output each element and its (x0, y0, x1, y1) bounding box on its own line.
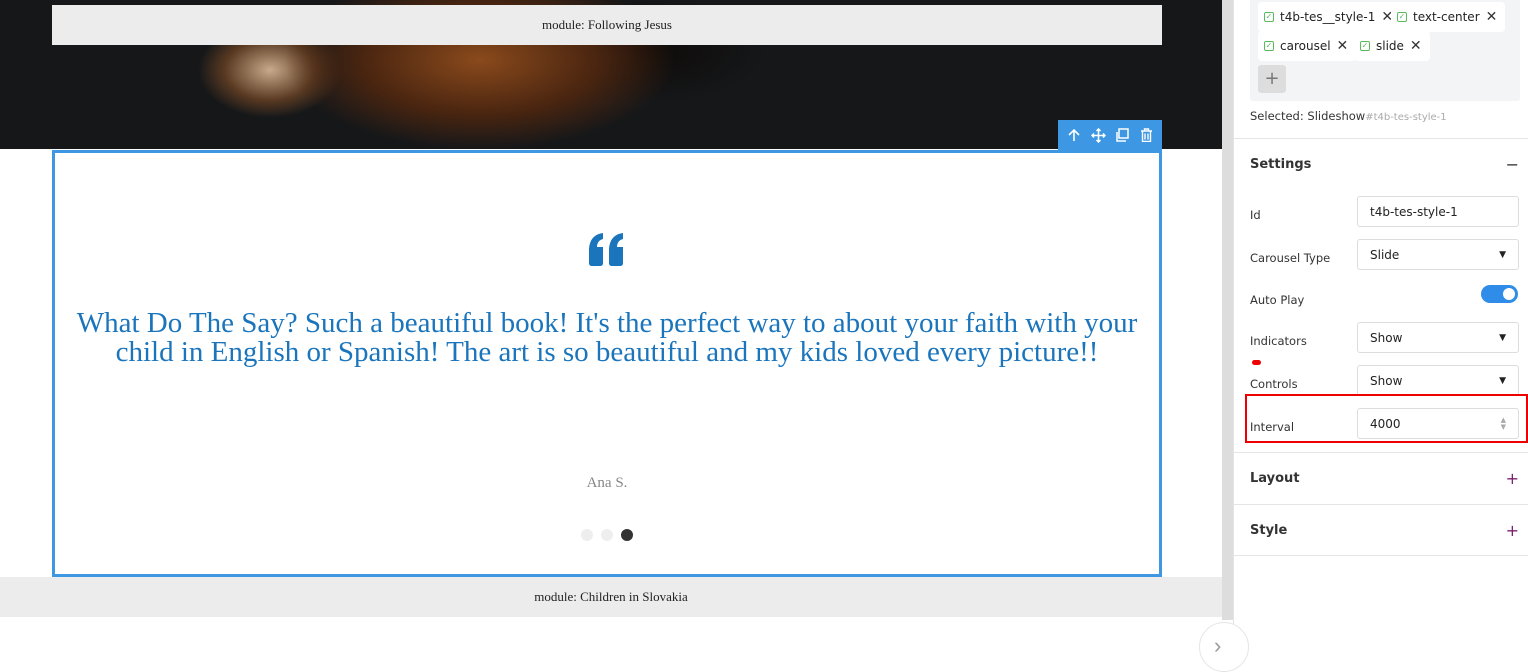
tag[interactable]: ✓ slide ✕ (1354, 31, 1430, 61)
controls-row: Controls Show ▼ (1250, 365, 1520, 396)
arrow-up-icon[interactable] (1065, 126, 1083, 144)
carousel-type-value: Slide (1370, 247, 1400, 262)
selected-id: #t4b-tes-style-1 (1365, 112, 1447, 123)
chevron-right-icon[interactable]: › (1199, 622, 1249, 672)
trash-icon[interactable] (1137, 126, 1155, 144)
autoplay-toggle[interactable] (1481, 285, 1518, 303)
tag-label: text-center (1413, 10, 1480, 24)
caret-down-icon: ▼ (1499, 249, 1506, 260)
expand-icon[interactable]: + (1506, 469, 1519, 488)
check-icon: ✓ (1264, 41, 1274, 51)
id-label: Id (1250, 207, 1261, 222)
caret-down-icon: ▼ (1499, 375, 1506, 386)
autoplay-label: Auto Play (1250, 292, 1305, 307)
check-icon: ✓ (1397, 12, 1407, 22)
editor-canvas: module: Following Jesus What Do The Say?… (0, 0, 1222, 653)
tag-label: slide (1376, 39, 1404, 53)
autoplay-row: Auto Play (1250, 281, 1520, 312)
style-header[interactable]: Style + (1234, 505, 1528, 555)
settings-header[interactable]: Settings − (1234, 139, 1528, 189)
layout-header[interactable]: Layout + (1234, 453, 1528, 503)
close-icon[interactable]: ✕ (1486, 9, 1498, 25)
check-icon: ✓ (1264, 12, 1274, 22)
indicators-value: Show (1370, 330, 1403, 345)
tag[interactable]: ✓ t4b-tes__style-1 ✕ (1258, 2, 1402, 32)
controls-value: Show (1370, 373, 1403, 388)
id-input[interactable]: t4b-tes-style-1 (1357, 196, 1519, 227)
selected-label: Selected: (1250, 109, 1304, 123)
highlight-box (1245, 394, 1528, 443)
move-icon[interactable] (1089, 126, 1107, 144)
selected-element: Selected: Slideshow#t4b-tes-style-1 (1250, 109, 1447, 123)
indicators-row: Indicators Show ▼ (1250, 322, 1520, 353)
class-tags: ✓ t4b-tes__style-1 ✕ ✓ text-center ✕ ✓ carous… (1250, 0, 1520, 101)
indicator-dot-2[interactable] (601, 529, 613, 541)
collapse-icon[interactable]: − (1506, 155, 1519, 174)
indicators-label: Indicators (1250, 333, 1307, 348)
carousel-type-row: Carousel Type Slide ▼ (1250, 239, 1520, 270)
carousel-indicators (55, 529, 1159, 541)
quote-icon (589, 233, 623, 266)
controls-select[interactable]: Show ▼ (1357, 365, 1519, 396)
carousel-type-select[interactable]: Slide ▼ (1357, 239, 1519, 270)
controls-label: Controls (1250, 376, 1298, 391)
canvas-scrollbar[interactable] (1222, 0, 1233, 620)
close-icon[interactable]: ✕ (1410, 38, 1422, 54)
tag[interactable]: ✓ carousel ✕ (1258, 31, 1357, 61)
indicator-dot-3[interactable] (621, 529, 633, 541)
caret-down-icon: ▼ (1499, 332, 1506, 343)
id-value: t4b-tes-style-1 (1370, 204, 1458, 219)
testimonial-slideshow[interactable]: What Do The Say? Such a beautiful book! … (52, 150, 1162, 577)
expand-icon[interactable]: + (1506, 521, 1519, 540)
copy-icon[interactable] (1113, 126, 1131, 144)
tag[interactable]: ✓ text-center ✕ (1391, 2, 1506, 32)
tag-label: carousel (1280, 39, 1331, 53)
close-icon[interactable]: ✕ (1337, 38, 1349, 54)
tag-label: t4b-tes__style-1 (1280, 10, 1376, 24)
testimonial-quote: What Do The Say? Such a beautiful book! … (76, 307, 1138, 368)
id-row: Id t4b-tes-style-1 (1250, 196, 1520, 227)
layout-section: Layout + (1234, 452, 1528, 503)
testimonial-author: Ana S. (586, 475, 628, 491)
properties-panel: ✓ t4b-tes__style-1 ✕ ✓ text-center ✕ ✓ carous… (1233, 0, 1528, 653)
indicators-select[interactable]: Show ▼ (1357, 322, 1519, 353)
module-following-jesus[interactable]: module: Following Jesus (52, 5, 1162, 45)
settings-title: Settings (1250, 156, 1312, 172)
add-tag-button[interactable]: + (1258, 65, 1286, 93)
annotation-mark (1252, 360, 1261, 365)
module-children-in-slovakia[interactable]: module: Children in Slovakia (0, 577, 1222, 617)
element-toolbar (1058, 120, 1162, 150)
indicator-dot-1[interactable] (581, 529, 593, 541)
check-icon: ✓ (1360, 41, 1370, 51)
carousel-type-label: Carousel Type (1250, 250, 1331, 265)
selected-name: Slideshow (1307, 109, 1366, 123)
style-title: Style (1250, 522, 1288, 538)
layout-title: Layout (1250, 470, 1300, 486)
style-section: Style + (1234, 504, 1528, 556)
